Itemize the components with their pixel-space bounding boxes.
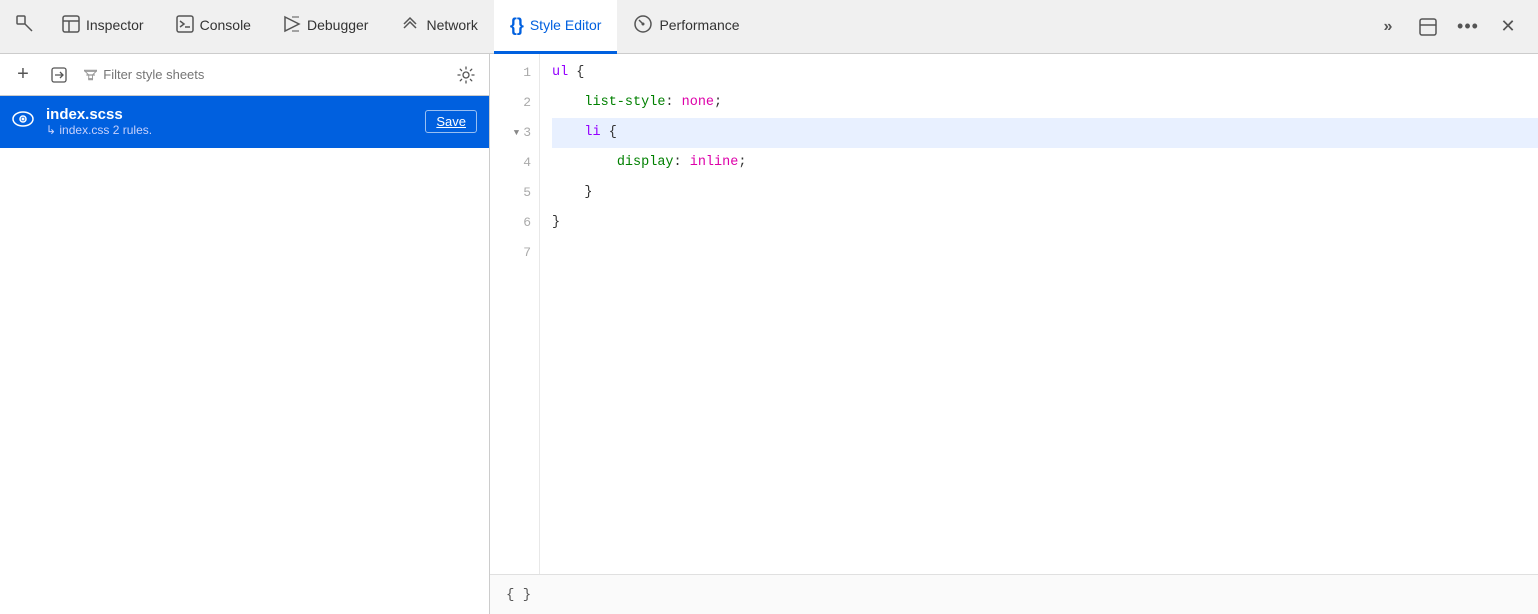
more-tools-button[interactable]: » bbox=[1370, 9, 1406, 45]
filter-input[interactable] bbox=[103, 67, 441, 82]
tab-inspector[interactable]: Inspector bbox=[46, 0, 160, 54]
save-button[interactable]: Save bbox=[425, 110, 477, 133]
tab-inspector-label: Inspector bbox=[86, 17, 144, 33]
settings-button[interactable] bbox=[451, 60, 481, 90]
token-indent bbox=[552, 148, 617, 178]
sidebar-toolbar: + bbox=[0, 54, 489, 96]
close-button[interactable]: ✕ bbox=[1490, 9, 1526, 45]
footer-label: { } bbox=[506, 587, 531, 603]
tab-performance-label: Performance bbox=[659, 17, 739, 33]
file-list: index.scss ↳ index.css 2 rules. Save bbox=[0, 96, 489, 614]
filter-area[interactable] bbox=[80, 67, 445, 82]
tab-style-editor-label: Style Editor bbox=[530, 17, 602, 33]
line-numbers: 1 2 ▼ 3 4 5 6 7 bbox=[490, 54, 540, 574]
code-line-5: } bbox=[552, 178, 1538, 208]
code-line-7 bbox=[552, 238, 1538, 268]
token-indent bbox=[552, 88, 584, 118]
token-colon: : bbox=[674, 148, 690, 178]
tab-network-label: Network bbox=[426, 17, 477, 33]
dock-icon bbox=[1418, 17, 1438, 37]
file-name: index.scss bbox=[46, 106, 413, 123]
plus-icon: + bbox=[17, 63, 29, 86]
line-number: 2 bbox=[523, 88, 531, 118]
sidebar: + bbox=[0, 54, 490, 614]
tab-performance[interactable]: Performance bbox=[617, 0, 755, 54]
tab-debugger[interactable]: Debugger bbox=[267, 0, 385, 54]
file-info: index.scss ↳ index.css 2 rules. bbox=[46, 106, 413, 137]
line-number: 1 bbox=[523, 58, 531, 88]
debugger-icon bbox=[283, 15, 301, 36]
token-indent bbox=[552, 178, 584, 208]
line-num-2: 2 bbox=[490, 88, 539, 118]
import-stylesheet-button[interactable] bbox=[44, 60, 74, 90]
filter-icon bbox=[84, 68, 97, 82]
token-semi: ; bbox=[738, 148, 746, 178]
line-number: 6 bbox=[523, 208, 531, 238]
line-num-5: 5 bbox=[490, 178, 539, 208]
console-icon bbox=[176, 15, 194, 36]
main-area: + bbox=[0, 54, 1538, 614]
code-line-3: li { bbox=[552, 118, 1538, 148]
tab-console[interactable]: Console bbox=[160, 0, 267, 54]
network-icon bbox=[400, 15, 420, 36]
dock-button[interactable] bbox=[1410, 9, 1446, 45]
file-meta: ↳ index.css 2 rules. bbox=[46, 123, 413, 137]
toolbar: Inspector Console Debugger bbox=[0, 0, 1538, 54]
code-lines: ul { list-style : none ; li { bbox=[540, 54, 1538, 574]
line-num-6: 6 bbox=[490, 208, 539, 238]
import-icon bbox=[50, 66, 68, 84]
code-editor: 1 2 ▼ 3 4 5 6 7 bbox=[490, 54, 1538, 614]
code-line-4: display : inline ; bbox=[552, 148, 1538, 178]
pick-icon bbox=[14, 13, 36, 38]
chevron-right-double-icon: » bbox=[1384, 18, 1393, 36]
performance-icon bbox=[633, 14, 653, 37]
code-line-2: list-style : none ; bbox=[552, 88, 1538, 118]
line-num-4: 4 bbox=[490, 148, 539, 178]
line-number: 4 bbox=[523, 148, 531, 178]
token-colon: : bbox=[665, 88, 681, 118]
gear-icon bbox=[457, 66, 475, 84]
token-value: inline bbox=[690, 148, 739, 178]
eye-icon bbox=[12, 111, 34, 132]
ellipsis-icon: ••• bbox=[1457, 16, 1479, 37]
token-indent bbox=[552, 118, 584, 148]
add-stylesheet-button[interactable]: + bbox=[8, 60, 38, 90]
tab-style-editor[interactable]: {} Style Editor bbox=[494, 0, 618, 54]
line-number: 5 bbox=[523, 178, 531, 208]
token-value: none bbox=[682, 88, 714, 118]
tab-pick-tool[interactable] bbox=[4, 0, 46, 54]
style-editor-icon: {} bbox=[510, 15, 524, 36]
code-line-1: ul { bbox=[552, 58, 1538, 88]
tab-console-label: Console bbox=[200, 17, 251, 33]
token-property: display bbox=[617, 148, 674, 178]
inspector-icon bbox=[62, 15, 80, 36]
line-number: 3 bbox=[523, 118, 531, 148]
token-brace: } bbox=[552, 208, 560, 238]
tab-network[interactable]: Network bbox=[384, 0, 493, 54]
code-line-6: } bbox=[552, 208, 1538, 238]
code-footer: { } bbox=[490, 574, 1538, 614]
token-property: list-style bbox=[584, 88, 665, 118]
token-brace: } bbox=[584, 178, 592, 208]
line-number: 7 bbox=[523, 238, 531, 268]
toolbar-actions: » ••• ✕ bbox=[1370, 9, 1534, 45]
close-icon: ✕ bbox=[1500, 16, 1515, 37]
triangle-icon: ▼ bbox=[514, 118, 519, 148]
token-semi: ; bbox=[714, 88, 722, 118]
overflow-button[interactable]: ••• bbox=[1450, 9, 1486, 45]
token-selector: li bbox=[584, 118, 600, 148]
line-num-1: 1 bbox=[490, 58, 539, 88]
code-area[interactable]: 1 2 ▼ 3 4 5 6 7 bbox=[490, 54, 1538, 574]
tab-debugger-label: Debugger bbox=[307, 17, 369, 33]
token-selector: ul bbox=[552, 58, 568, 88]
token-brace: { bbox=[568, 58, 584, 88]
token-brace: { bbox=[601, 118, 617, 148]
line-num-7: 7 bbox=[490, 238, 539, 268]
list-item[interactable]: index.scss ↳ index.css 2 rules. Save bbox=[0, 96, 489, 148]
line-num-3: ▼ 3 bbox=[490, 118, 539, 148]
